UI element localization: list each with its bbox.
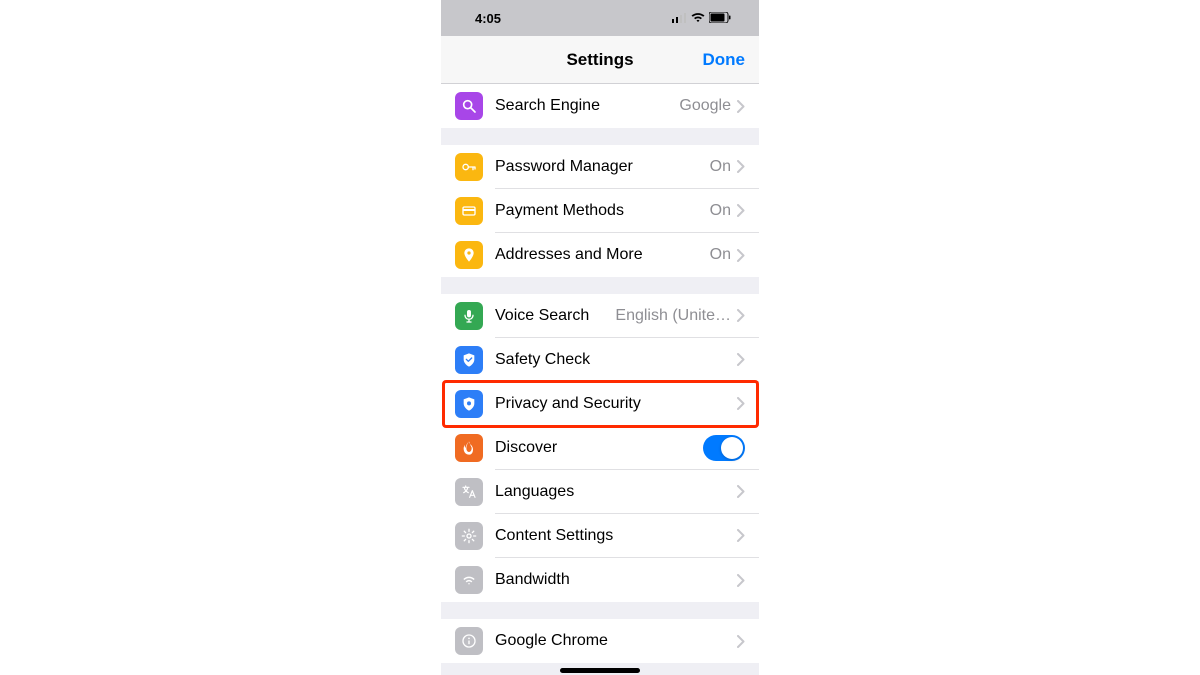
phone-frame: 4:05 Settings Done Search EngineGoogle Pa… [441, 0, 759, 675]
battery-icon [709, 11, 731, 26]
mic-icon [455, 302, 483, 330]
row-label: Languages [495, 483, 737, 501]
chevron-right-icon [737, 353, 745, 366]
settings-section: Password ManagerOnPayment MethodsOnAddre… [441, 145, 759, 277]
row-label: Discover [495, 439, 703, 457]
status-bar: 4:05 [441, 0, 759, 36]
info-icon [455, 627, 483, 655]
row-value: On [710, 158, 731, 176]
discover-toggle[interactable] [703, 435, 745, 461]
row-label: Payment Methods [495, 202, 710, 220]
chevron-right-icon [737, 100, 745, 113]
key-icon [455, 153, 483, 181]
row-label: Content Settings [495, 527, 737, 545]
cellular-icon [672, 11, 687, 26]
safety-check-row[interactable]: Safety Check [441, 338, 759, 382]
translate-icon [455, 478, 483, 506]
row-value: English (Unite… [615, 307, 731, 325]
row-label: Addresses and More [495, 246, 710, 264]
row-label: Google Chrome [495, 632, 737, 650]
wifi-icon [455, 566, 483, 594]
shield-icon [455, 390, 483, 418]
google-chrome-row[interactable]: Google Chrome [441, 619, 759, 663]
voice-search-row[interactable]: Voice SearchEnglish (Unite… [441, 294, 759, 338]
addresses-and-more-row[interactable]: Addresses and MoreOn [441, 233, 759, 277]
settings-section: Google Chrome [441, 619, 759, 663]
row-value: Google [679, 97, 731, 115]
page-title: Settings [566, 50, 633, 70]
home-indicator [560, 668, 640, 673]
row-label: Search Engine [495, 97, 679, 115]
fire-icon [455, 434, 483, 462]
bandwidth-row[interactable]: Bandwidth [441, 558, 759, 602]
content-settings-row[interactable]: Content Settings [441, 514, 759, 558]
chevron-right-icon [737, 309, 745, 322]
chevron-right-icon [737, 397, 745, 410]
row-value: On [710, 246, 731, 264]
row-label: Password Manager [495, 158, 710, 176]
header: Settings Done [441, 36, 759, 84]
settings-list: Search EngineGooglePassword ManagerOnPay… [441, 84, 759, 663]
wifi-icon [691, 11, 705, 26]
done-button[interactable]: Done [703, 50, 746, 70]
chevron-right-icon [737, 485, 745, 498]
search-engine-row[interactable]: Search EngineGoogle [441, 84, 759, 128]
row-label: Bandwidth [495, 571, 737, 589]
chevron-right-icon [737, 529, 745, 542]
row-label: Privacy and Security [495, 395, 737, 413]
row-label: Safety Check [495, 351, 737, 369]
status-time: 4:05 [475, 11, 501, 26]
gear-icon [455, 522, 483, 550]
settings-section: Search EngineGoogle [441, 84, 759, 128]
status-icons [672, 11, 731, 26]
card-icon [455, 197, 483, 225]
row-value: On [710, 202, 731, 220]
chevron-right-icon [737, 204, 745, 217]
chevron-right-icon [737, 635, 745, 648]
chevron-right-icon [737, 574, 745, 587]
discover-row[interactable]: Discover [441, 426, 759, 470]
chevron-right-icon [737, 160, 745, 173]
row-label: Voice Search [495, 307, 615, 325]
chevron-right-icon [737, 249, 745, 262]
location-icon [455, 241, 483, 269]
privacy-and-security-row[interactable]: Privacy and Security [441, 382, 759, 426]
settings-section: Voice SearchEnglish (Unite… Safety Check P… [441, 294, 759, 602]
languages-row[interactable]: Languages [441, 470, 759, 514]
search-icon [455, 92, 483, 120]
password-manager-row[interactable]: Password ManagerOn [441, 145, 759, 189]
payment-methods-row[interactable]: Payment MethodsOn [441, 189, 759, 233]
shield-check-icon [455, 346, 483, 374]
